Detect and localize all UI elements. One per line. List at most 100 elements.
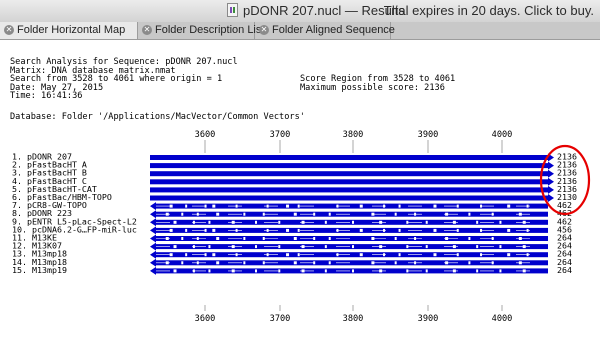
alignment-gap [476, 220, 479, 224]
alignment-gap [507, 253, 511, 257]
alignment-bar [150, 155, 548, 160]
arrow-left-icon [150, 250, 156, 259]
alignment-gap [278, 269, 281, 273]
alignment-gap [169, 253, 173, 257]
alignment-gap [278, 245, 281, 249]
alignment-gap [181, 261, 184, 265]
alignment-gap [394, 237, 397, 240]
alignment-gap [394, 212, 397, 216]
alignment-gap [297, 204, 300, 208]
tab-folder-aligned-sequence[interactable]: ✕ Folder Aligned Sequence [255, 22, 395, 39]
alignment-gap [169, 228, 173, 232]
alignment-gap [324, 245, 327, 249]
window-title: pDONR 207.nucl — Results [243, 3, 405, 18]
ruler-tick-label-bottom: 3900 [418, 314, 439, 324]
alignment-gap [476, 269, 479, 273]
arrow-left-icon [150, 242, 156, 251]
alignment-gap [352, 245, 354, 249]
alignment-gap [212, 253, 216, 257]
alignment-bar [150, 163, 548, 169]
alignment-gap [169, 204, 173, 208]
alignment-gap [293, 237, 297, 240]
alignment-gap [297, 253, 300, 257]
alignment-gap [468, 237, 471, 240]
alignment-gap [425, 220, 428, 224]
alignment-gap [328, 261, 331, 265]
window-titlebar: pDONR 207.nucl — Results Trial expires i… [0, 0, 600, 23]
alignment-gap [181, 212, 184, 216]
tab-label: Folder Aligned Sequence [272, 24, 395, 36]
alignment-gap [328, 237, 331, 240]
document-icon [227, 3, 238, 17]
ruler-tick-label-top: 3700 [270, 130, 291, 140]
alignment-gap [394, 261, 397, 265]
alignment-gap [216, 212, 220, 216]
arrow-right-icon [548, 161, 554, 170]
alignment-gap [499, 245, 502, 249]
alignment-gap [173, 220, 177, 224]
alignment-gap [208, 220, 211, 224]
tab-folder-horizontal-map[interactable]: ✕ Folder Horizontal Map [0, 22, 138, 39]
alignment-gap [255, 245, 257, 249]
arrow-right-icon [548, 185, 554, 194]
arrow-left-icon [150, 202, 156, 211]
arrow-left-icon [150, 266, 156, 275]
alignment-gap [293, 212, 297, 216]
close-icon[interactable]: ✕ [259, 25, 269, 35]
alignment-gap [433, 204, 437, 208]
alignment-gap [468, 212, 471, 216]
alignment-gap [293, 261, 297, 265]
alignment-gap [255, 269, 257, 273]
alignment-gap [278, 220, 281, 224]
alignment-gap [173, 269, 177, 273]
alignment-gap [476, 245, 479, 249]
alignment-gap [433, 253, 437, 257]
alignment-gap [398, 253, 401, 257]
alignment-gap [185, 253, 188, 257]
alignment-gap [243, 237, 246, 240]
alignment-bar [150, 187, 548, 193]
alignment-gap [499, 220, 502, 224]
arrow-left-icon [150, 226, 156, 235]
alignment-gap [507, 228, 511, 232]
ruler-tick-label-top: 4000 [492, 130, 513, 140]
alignment-gap [433, 228, 437, 232]
alignment-gap [352, 220, 354, 224]
tab-bar: ✕ Folder Horizontal Map ✕ Folder Descrip… [0, 22, 600, 40]
alignment-gap [398, 228, 401, 232]
alignment-gap [243, 212, 246, 216]
alignment-gap [297, 228, 300, 232]
alignment-gap [324, 220, 327, 224]
arrow-right-icon [548, 169, 554, 178]
tab-folder-description-list[interactable]: ✕ Folder Description List [138, 22, 264, 39]
alignment-gap [359, 228, 363, 232]
alignment-gap [359, 253, 363, 257]
alignment-gap [286, 204, 290, 208]
alignment-gap [328, 212, 331, 216]
alignment-gap [352, 269, 354, 273]
close-icon[interactable]: ✕ [4, 25, 14, 35]
close-icon[interactable]: ✕ [142, 25, 152, 35]
hit-label: 15. M13mp19 [12, 265, 67, 275]
alignment-gap [216, 261, 220, 265]
alignment-gap [185, 204, 188, 208]
alignment-gap [208, 245, 211, 249]
alignment-gap [255, 220, 257, 224]
tab-label: Folder Description List [155, 24, 265, 36]
ruler-tick-label-top: 3800 [343, 130, 364, 140]
ruler-tick-label-bottom: 3700 [270, 314, 291, 324]
tab-label: Folder Horizontal Map [17, 24, 126, 36]
alignment-gap [468, 261, 471, 265]
results-panel: Search Analysis for Sequence: pDONR 207.… [0, 40, 600, 363]
arrow-left-icon [150, 258, 156, 267]
alignment-gap [173, 245, 177, 249]
alignment-bar [150, 171, 548, 177]
alignment-gap [216, 237, 220, 240]
trial-notice-link[interactable]: Trial expires in 20 days. Click to buy. [384, 3, 594, 18]
alignment-gap [507, 204, 511, 208]
ruler-tick-label-bottom: 3800 [343, 314, 364, 324]
arrow-left-icon [150, 210, 156, 219]
alignment-gap [398, 204, 401, 208]
arrow-right-icon [548, 177, 554, 186]
alignment-bar [150, 195, 548, 201]
